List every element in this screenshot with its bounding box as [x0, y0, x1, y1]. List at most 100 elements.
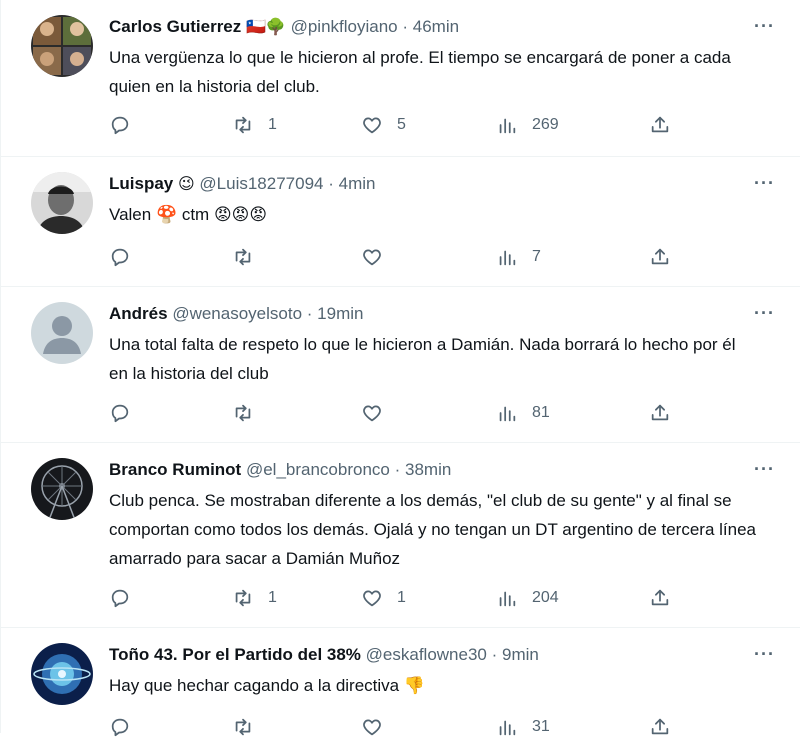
retweet-count: 1 — [268, 589, 277, 606]
avatar[interactable] — [31, 172, 93, 234]
retweet-button[interactable] — [232, 402, 268, 424]
share-button[interactable] — [649, 114, 671, 136]
share-button[interactable] — [649, 402, 671, 424]
tweet-header: Toño 43. Por el Partido del 38% @eskaflo… — [109, 644, 539, 666]
separator-dot: · — [306, 304, 313, 323]
views-chart-icon — [499, 591, 516, 607]
tweet-feed: Carlos Gutierrez 🇨🇱🌳 @pinkfloyiano · 46m… — [0, 0, 800, 737]
display-name[interactable]: Toño 43. Por el Partido del 38% — [109, 645, 361, 664]
reply-icon — [111, 404, 129, 423]
display-name[interactable]: Branco Ruminot — [109, 460, 241, 479]
tweet-text: Una total falta de respeto lo que le hic… — [109, 335, 736, 383]
display-name[interactable]: Carlos Gutierrez — [109, 17, 241, 36]
tweet-header: Branco Ruminot @el_brancobronco · 38min — [109, 459, 451, 481]
reply-icon — [111, 116, 129, 135]
tweet-actions: 31 — [109, 716, 689, 740]
retweet-icon — [235, 718, 251, 736]
timestamp[interactable]: 19min — [317, 304, 363, 323]
like-button[interactable]: 1 — [361, 587, 406, 609]
avatar[interactable] — [31, 643, 93, 705]
timestamp[interactable]: 4min — [339, 174, 376, 193]
like-button[interactable] — [361, 402, 397, 424]
retweet-button[interactable]: 1 — [232, 114, 277, 136]
user-handle[interactable]: @eskaflowne30 — [366, 645, 487, 664]
tweet-text: Una vergüenza lo que le hicieron al prof… — [109, 48, 731, 96]
views-chart-icon — [499, 250, 516, 266]
reply-button[interactable] — [109, 402, 145, 424]
views-button[interactable]: 31 — [496, 716, 550, 738]
share-button[interactable] — [649, 246, 671, 268]
heart-icon — [363, 249, 381, 266]
views-chart-icon — [499, 118, 516, 134]
separator-dot: · — [394, 460, 401, 479]
user-handle[interactable]: @wenasoyelsoto — [172, 304, 302, 323]
like-button[interactable] — [361, 716, 397, 738]
reply-button[interactable] — [109, 114, 145, 136]
tweet[interactable]: Luispay 😉 @Luis18277094 · 4min ··· Valen… — [1, 157, 800, 287]
tweet-header: Luispay 😉 @Luis18277094 · 4min — [109, 173, 376, 195]
tweet[interactable]: Andrés @wenasoyelsoto · 19min ··· Una to… — [1, 287, 800, 443]
separator-dot: · — [491, 645, 498, 664]
display-name[interactable]: Andrés — [109, 304, 168, 323]
view-count: 81 — [532, 404, 550, 421]
separator-dot: · — [328, 174, 334, 193]
default-avatar-icon — [31, 302, 93, 364]
avatar[interactable] — [31, 302, 93, 364]
views-button[interactable]: 7 — [496, 246, 541, 268]
share-icon — [651, 718, 669, 735]
view-count: 7 — [532, 248, 541, 265]
user-handle[interactable]: @pinkfloyiano — [291, 17, 398, 36]
reply-button[interactable] — [109, 246, 145, 268]
view-count: 204 — [532, 589, 559, 606]
reply-icon — [111, 718, 129, 737]
reply-button[interactable] — [109, 587, 145, 609]
more-options-icon[interactable]: ··· — [754, 173, 775, 194]
more-options-icon[interactable]: ··· — [754, 459, 775, 480]
views-button[interactable]: 204 — [496, 587, 559, 609]
share-button[interactable] — [649, 716, 671, 738]
display-name[interactable]: Luispay — [109, 174, 173, 193]
like-button[interactable] — [361, 246, 397, 268]
retweet-button[interactable]: 1 — [232, 587, 277, 609]
views-button[interactable]: 81 — [496, 402, 550, 424]
timestamp[interactable]: 38min — [405, 460, 451, 479]
more-options-icon[interactable]: ··· — [754, 16, 775, 37]
tweet-text: Hay que hechar cagando a la directiva 👎 — [109, 676, 426, 695]
more-options-icon[interactable]: ··· — [754, 644, 775, 665]
heart-icon — [363, 719, 381, 736]
user-handle[interactable]: @el_brancobronco — [246, 460, 390, 479]
share-icon — [651, 248, 669, 265]
tweet[interactable]: Carlos Gutierrez 🇨🇱🌳 @pinkfloyiano · 46m… — [1, 0, 800, 157]
avatar[interactable] — [31, 458, 93, 520]
timestamp[interactable]: 9min — [502, 645, 539, 664]
tweet-actions: 1 1 204 — [109, 587, 689, 611]
like-button[interactable]: 5 — [361, 114, 406, 136]
user-handle[interactable]: @Luis18277094 — [199, 174, 323, 193]
reply-button[interactable] — [109, 716, 145, 738]
views-button[interactable]: 269 — [496, 114, 559, 136]
name-badges: 😉 — [177, 174, 195, 193]
retweet-button[interactable] — [232, 246, 268, 268]
retweet-button[interactable] — [232, 716, 268, 738]
tweet-text: Valen 🍄 ctm 😡😡😡 — [109, 205, 268, 224]
heart-icon — [363, 590, 381, 607]
views-chart-icon — [499, 406, 516, 422]
reply-icon — [111, 589, 129, 608]
tweet[interactable]: Branco Ruminot @el_brancobronco · 38min … — [1, 443, 800, 628]
view-count: 31 — [532, 718, 550, 735]
tweet-actions: 81 — [109, 402, 689, 426]
reply-icon — [111, 248, 129, 267]
heart-icon — [363, 405, 381, 422]
tweet[interactable]: Toño 43. Por el Partido del 38% @eskaflo… — [1, 628, 800, 737]
more-options-icon[interactable]: ··· — [754, 303, 775, 324]
timestamp[interactable]: 46min — [413, 17, 459, 36]
name-badges: 🇨🇱🌳 — [246, 17, 286, 36]
like-count: 5 — [397, 116, 406, 133]
collage-avatar-icon — [31, 15, 93, 77]
retweet-icon — [235, 589, 251, 607]
planet-avatar-icon — [31, 643, 93, 705]
share-button[interactable] — [649, 587, 671, 609]
retweet-icon — [235, 404, 251, 422]
views-chart-icon — [499, 720, 516, 736]
avatar[interactable] — [31, 15, 93, 77]
